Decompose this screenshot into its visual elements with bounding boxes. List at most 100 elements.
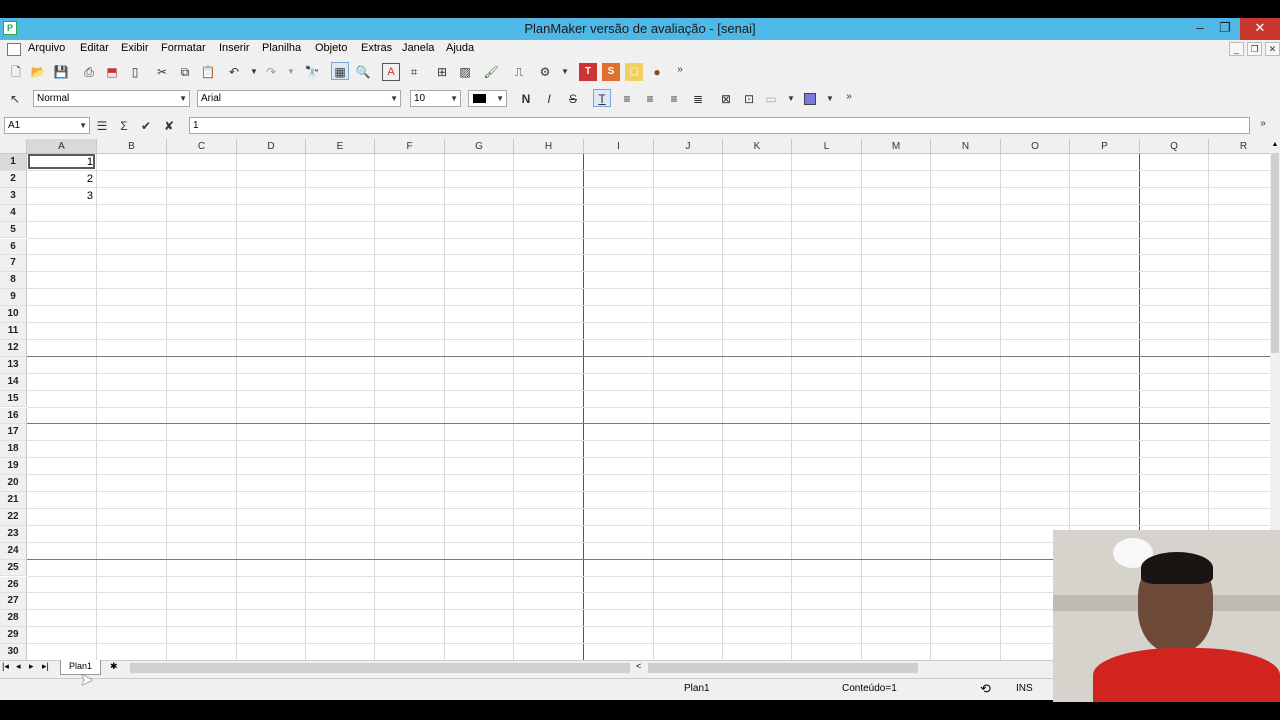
cut-icon[interactable]: ✂ <box>153 63 171 81</box>
column-header-h[interactable]: H <box>514 139 584 154</box>
column-header-g[interactable]: G <box>445 139 514 154</box>
menu-arquivo[interactable]: Arquivo <box>28 42 65 54</box>
textmaker-icon[interactable]: T <box>579 63 597 81</box>
row-header-19[interactable]: 19 <box>0 458 27 476</box>
row-header-2[interactable]: 2 <box>0 170 27 188</box>
column-header-i[interactable]: I <box>584 139 654 154</box>
next-sheet-icon[interactable]: ▸ <box>29 661 34 672</box>
close-button[interactable]: ✕ <box>1240 18 1280 40</box>
zoom-icon[interactable]: 🔍 <box>354 63 372 81</box>
print-preview-icon[interactable]: ▯ <box>126 63 144 81</box>
recalc-icon[interactable]: ⟲ <box>980 681 991 697</box>
column-header-f[interactable]: F <box>375 139 445 154</box>
title-bar[interactable]: P PlanMaker versão de avaliação - [senai… <box>0 18 1280 40</box>
cancel-edit-icon[interactable]: ✘ <box>160 117 178 135</box>
add-sheet-icon[interactable]: ✱ <box>110 661 118 672</box>
format-overflow-icon[interactable]: » <box>840 88 858 106</box>
column-header-o[interactable]: O <box>1001 139 1070 154</box>
notes-icon[interactable]: ▢ <box>625 63 643 81</box>
select-arrow-icon[interactable]: ↖ <box>6 90 24 108</box>
doc-minimize-button[interactable]: _ <box>1229 42 1244 56</box>
row-header-12[interactable]: 12 <box>0 339 27 357</box>
find-icon[interactable]: 🔭 <box>303 63 321 81</box>
menu-extras[interactable]: Extras <box>361 42 392 54</box>
export-pdf-icon[interactable]: ⬒ <box>103 63 121 81</box>
column-header-c[interactable]: C <box>167 139 237 154</box>
row-header-28[interactable]: 28 <box>0 610 27 628</box>
scroll-left-icon[interactable]: < <box>636 661 641 671</box>
doc-close-button[interactable]: ✕ <box>1265 42 1280 56</box>
column-header-l[interactable]: L <box>792 139 862 154</box>
row-header-1[interactable]: 1 <box>0 154 27 171</box>
align-left-icon[interactable]: ≡ <box>618 90 636 108</box>
save-icon[interactable]: 💾 <box>52 63 70 81</box>
borders-dropdown-icon[interactable]: ▼ <box>782 90 800 108</box>
redo-icon[interactable]: ↷ <box>262 63 280 81</box>
print-icon[interactable]: ⎙ <box>80 63 98 81</box>
row-header-11[interactable]: 11 <box>0 323 27 340</box>
paragraph-style-combo[interactable]: Normal ▼ <box>33 90 190 107</box>
font-combo[interactable]: Arial ▼ <box>197 90 401 107</box>
column-header-k[interactable]: K <box>723 139 792 154</box>
row-header-24[interactable]: 24 <box>0 542 27 560</box>
column-header-m[interactable]: M <box>862 139 931 154</box>
doc-restore-button[interactable]: ❐ <box>1247 42 1262 56</box>
row-header-13[interactable]: 13 <box>0 356 27 374</box>
wrap-text-icon[interactable]: ⊡ <box>740 90 758 108</box>
justify-icon[interactable]: ≣ <box>689 90 707 108</box>
cell-reference-combo[interactable]: A1 ▼ <box>4 117 90 134</box>
row-header-16[interactable]: 16 <box>0 407 27 425</box>
row-header-8[interactable]: 8 <box>0 272 27 290</box>
restore-button[interactable]: ❐ <box>1210 18 1240 40</box>
text-frame-icon[interactable]: A <box>382 63 400 81</box>
strikethrough-icon[interactable]: S <box>564 90 582 108</box>
insert-mode[interactable]: INS <box>1016 683 1033 694</box>
font-size-combo[interactable]: 10 ▼ <box>410 90 461 107</box>
last-sheet-icon[interactable]: ▸| <box>42 661 49 672</box>
column-header-r[interactable]: R <box>1209 139 1270 154</box>
fill-dropdown-icon[interactable]: ▼ <box>821 90 839 108</box>
column-header-a[interactable]: A <box>27 139 97 154</box>
formula-input[interactable]: 1 <box>189 117 1250 134</box>
chart-frame-icon[interactable]: ▦ <box>331 62 349 80</box>
align-right-icon[interactable]: ≡ <box>665 90 683 108</box>
formula-overflow-icon[interactable]: » <box>1254 115 1272 133</box>
row-header-18[interactable]: 18 <box>0 441 27 459</box>
row-header-14[interactable]: 14 <box>0 373 27 391</box>
row-header-9[interactable]: 9 <box>0 289 27 307</box>
undo-dropdown-icon[interactable]: ▼ <box>245 63 263 81</box>
italic-icon[interactable]: I <box>540 90 558 108</box>
sum-icon[interactable]: Σ <box>115 117 133 135</box>
scroll-up-icon[interactable]: ▲ <box>1271 141 1279 148</box>
row-header-10[interactable]: 10 <box>0 306 27 323</box>
document-icon[interactable] <box>7 43 21 56</box>
row-header-5[interactable]: 5 <box>0 221 27 239</box>
row-header-29[interactable]: 29 <box>0 627 27 645</box>
row-header-17[interactable]: 17 <box>0 424 27 442</box>
column-header-d[interactable]: D <box>237 139 306 154</box>
borders-icon[interactable]: ⊞ <box>433 63 451 81</box>
cell-borders-icon[interactable]: ▭ <box>762 90 780 108</box>
vertical-scroll-thumb[interactable] <box>1271 153 1279 353</box>
format-painter-icon[interactable]: 🖌 <box>482 63 500 81</box>
accept-icon[interactable]: ✔ <box>137 117 155 135</box>
autofit-icon[interactable]: ⎍ <box>510 63 528 81</box>
menu-editar[interactable]: Editar <box>80 42 109 54</box>
menu-ajuda[interactable]: Ajuda <box>446 42 474 54</box>
row-header-23[interactable]: 23 <box>0 525 27 543</box>
select-all-corner[interactable] <box>0 139 27 154</box>
toolbar-overflow-icon[interactable]: » <box>671 61 689 79</box>
row-header-3[interactable]: 3 <box>0 187 27 205</box>
presentations-icon[interactable]: S <box>602 63 620 81</box>
row-header-30[interactable]: 30 <box>0 644 27 660</box>
row-header-7[interactable]: 7 <box>0 255 27 273</box>
column-header-n[interactable]: N <box>931 139 1001 154</box>
copy-icon[interactable]: ⧉ <box>176 63 194 81</box>
plugin-icon[interactable]: ● <box>648 63 666 81</box>
bold-icon[interactable]: N <box>517 90 535 108</box>
column-header-e[interactable]: E <box>306 139 375 154</box>
new-document-icon[interactable]: 🗋 <box>7 63 25 81</box>
menu-planilha[interactable]: Planilha <box>262 42 301 54</box>
open-folder-icon[interactable]: 📂 <box>29 63 47 81</box>
column-header-p[interactable]: P <box>1070 139 1140 154</box>
